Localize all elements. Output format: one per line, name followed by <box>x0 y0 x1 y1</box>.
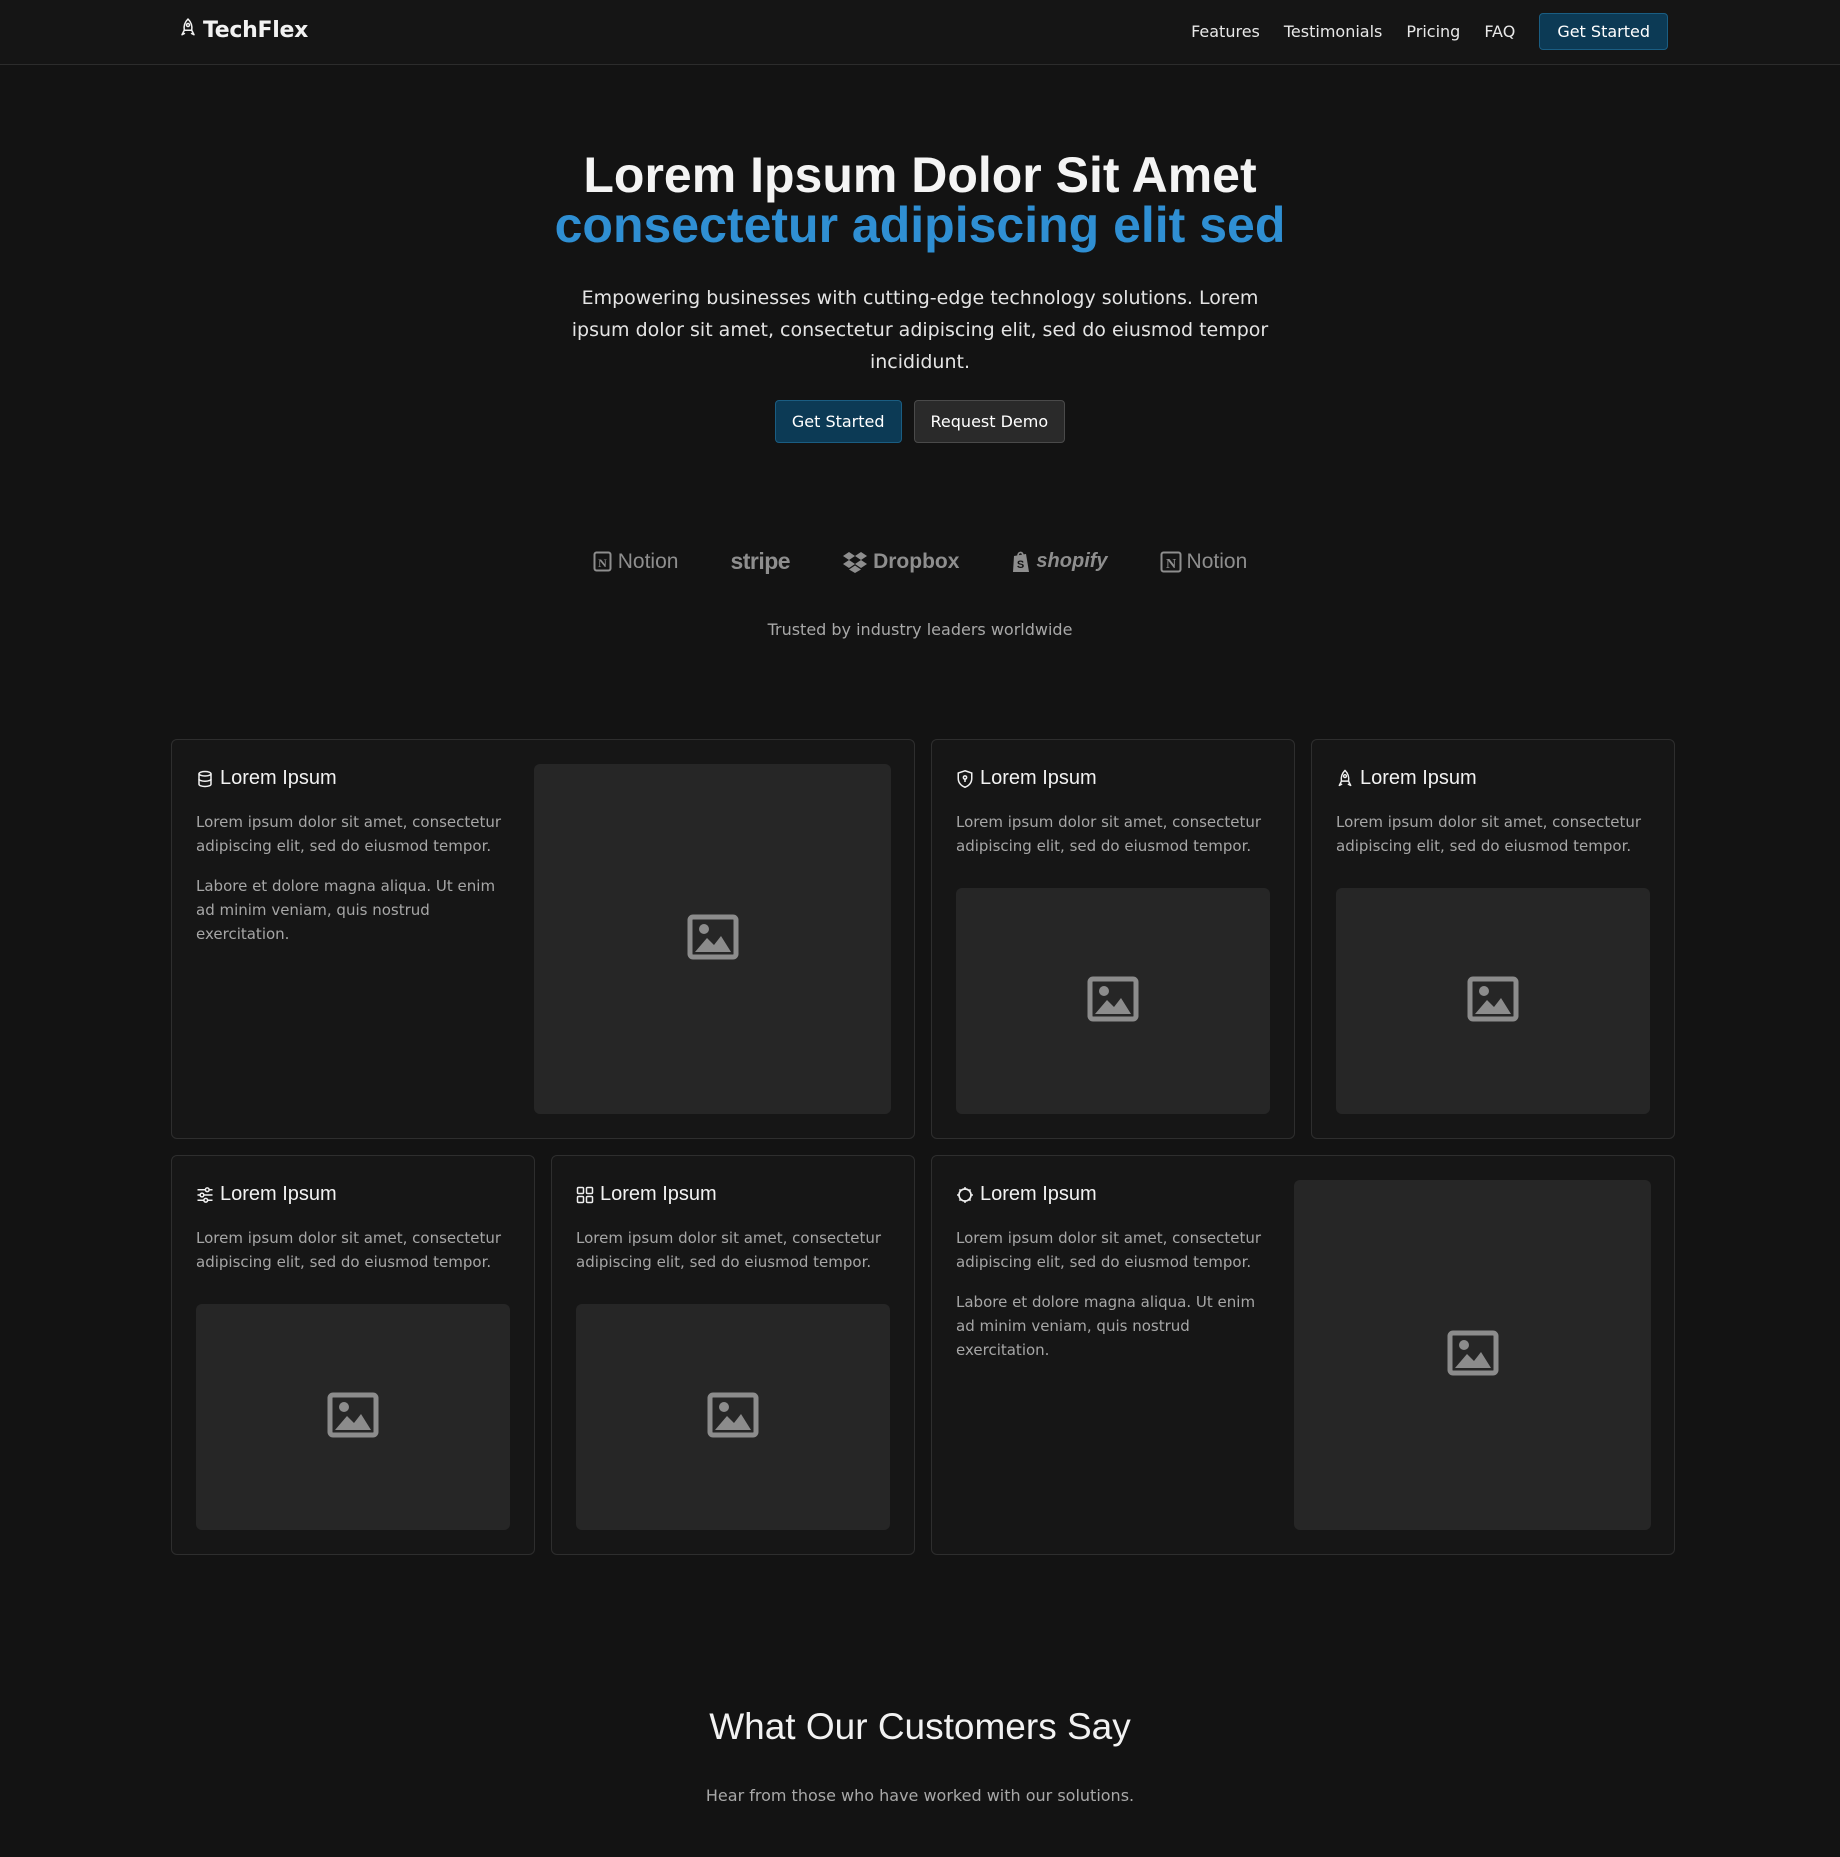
nav-get-started-button[interactable]: Get Started <box>1539 13 1668 50</box>
feature-card-title: Lorem Ipsum <box>196 1183 516 1206</box>
feature-card-shield: Lorem Ipsum Lorem ipsum dolor sit amet, … <box>931 739 1295 1139</box>
shield-icon <box>956 769 974 788</box>
hero-section: Lorem Ipsum Dolor Sit Amet consectetur a… <box>0 150 1840 443</box>
feature-card-sliders: Lorem Ipsum Lorem ipsum dolor sit amet, … <box>171 1155 535 1555</box>
brand-name: TechFlex <box>203 17 308 43</box>
nav-link-testimonials[interactable]: Testimonials <box>1284 22 1383 41</box>
notion-logo: N Notion <box>593 550 678 574</box>
feature-card-title: Lorem Ipsum <box>196 767 516 790</box>
feature-card-rocket: Lorem Ipsum Lorem ipsum dolor sit amet, … <box>1311 739 1675 1139</box>
feature-card-database: Lorem Ipsum Lorem ipsum dolor sit amet, … <box>171 739 915 1139</box>
feature-card-text: Lorem ipsum dolor sit amet, consectetur … <box>196 813 502 855</box>
trusted-caption: Trusted by industry leaders worldwide <box>767 620 1073 639</box>
image-placeholder <box>1336 888 1650 1114</box>
feature-card-text: Lorem ipsum dolor sit amet, consectetur … <box>956 813 1262 855</box>
get-started-button[interactable]: Get Started <box>774 400 902 443</box>
notion-logo-2: N Notion <box>1160 550 1247 574</box>
request-demo-button[interactable]: Request Demo <box>913 400 1066 443</box>
testimonials-heading: What Our Customers Say <box>709 1706 1131 1747</box>
site-header: TechFlex Features Testimonials Pricing F… <box>0 0 1840 65</box>
partner-logos: N Notion stripe Dropbox S shopify N Noti… <box>0 548 1840 575</box>
image-icon <box>327 1392 379 1442</box>
rocket-icon <box>179 17 197 43</box>
feature-card-title: Lorem Ipsum <box>576 1183 896 1206</box>
stripe-logo: stripe <box>730 548 791 574</box>
hero-title-accent: consectetur adipiscing elit sed <box>554 197 1286 253</box>
feature-card-text: Lorem ipsum dolor sit amet, consectetur … <box>196 1229 502 1271</box>
feature-card-text-secondary: Labore et dolore magna aliqua. Ut enim a… <box>196 877 496 943</box>
image-placeholder <box>196 1304 510 1530</box>
image-icon <box>1467 976 1519 1026</box>
gear-icon <box>956 1186 974 1204</box>
feature-card-gear: Lorem Ipsum Lorem ipsum dolor sit amet, … <box>931 1155 1675 1555</box>
image-placeholder <box>956 888 1270 1114</box>
image-icon <box>707 1392 759 1442</box>
main-nav: Features Testimonials Pricing FAQ Get St… <box>1191 13 1668 50</box>
database-icon <box>196 770 214 788</box>
image-placeholder <box>1294 1180 1651 1530</box>
svg-text:N: N <box>1165 557 1175 572</box>
feature-card-title: Lorem Ipsum <box>956 767 1276 790</box>
feature-card-text: Lorem ipsum dolor sit amet, consectetur … <box>956 1229 1262 1271</box>
grid-icon <box>576 1186 594 1204</box>
feature-card-text: Lorem ipsum dolor sit amet, consectetur … <box>576 1229 882 1271</box>
dropbox-logo: Dropbox <box>842 550 959 574</box>
image-placeholder <box>576 1304 890 1530</box>
hero-subtitle: Empowering businesses with cutting-edge … <box>571 287 1269 373</box>
feature-card-grid: Lorem Ipsum Lorem ipsum dolor sit amet, … <box>551 1155 915 1555</box>
hero-title: Lorem Ipsum Dolor Sit Amet <box>583 147 1257 203</box>
svg-text:N: N <box>598 556 607 570</box>
image-icon <box>687 914 739 964</box>
testimonials-subheading: Hear from those who have worked with our… <box>705 1786 1135 1805</box>
hero-buttons: Get Started Request Demo <box>0 400 1840 443</box>
feature-card-text: Lorem ipsum dolor sit amet, consectetur … <box>1336 813 1642 855</box>
feature-card-title: Lorem Ipsum <box>956 1183 1276 1206</box>
image-icon <box>1087 976 1139 1026</box>
svg-text:S: S <box>1017 559 1024 571</box>
nav-link-pricing[interactable]: Pricing <box>1406 22 1460 41</box>
brand-logo[interactable]: TechFlex <box>179 17 308 43</box>
sliders-icon <box>196 1186 214 1204</box>
feature-card-text-secondary: Labore et dolore magna aliqua. Ut enim a… <box>956 1293 1256 1359</box>
image-placeholder <box>534 764 891 1114</box>
nav-link-faq[interactable]: FAQ <box>1484 22 1515 41</box>
image-icon <box>1447 1330 1499 1380</box>
feature-card-title: Lorem Ipsum <box>1336 767 1656 790</box>
shopify-logo: S shopify <box>1011 550 1108 574</box>
rocket-icon <box>1336 769 1354 788</box>
nav-link-features[interactable]: Features <box>1191 22 1260 41</box>
